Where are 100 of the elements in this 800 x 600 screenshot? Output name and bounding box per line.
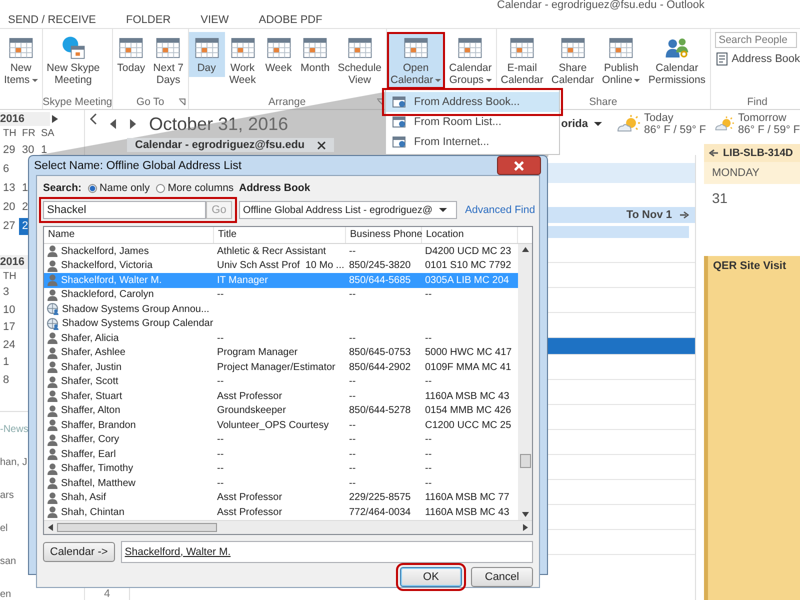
table-row[interactable]: Shaffer, Cory -- -- -- (44, 432, 518, 447)
menu-item[interactable]: From Address Book... (386, 92, 559, 112)
forecast-day: Tomorrow (738, 112, 800, 124)
scrollbar-thumb[interactable] (57, 522, 217, 532)
location-dropdown[interactable]: orida (561, 118, 602, 130)
table-row[interactable]: Shaffer, Timothy -- -- -- (44, 462, 518, 476)
table-row[interactable]: Shah, Chintan Asst Professor 772/464-0034 1160A MSB MC 43 (44, 505, 518, 520)
calendar-day[interactable]: 24 (0, 336, 19, 354)
radio-option[interactable]: Name only (88, 182, 150, 194)
ribbon-tab[interactable]: SEND / RECEIVE (8, 14, 96, 26)
table-row[interactable]: Shackelford, James Athletic & Recr Assistant -- D4200 UCD MC 23 (44, 244, 518, 258)
table-cell: 850/645-0753 (349, 347, 411, 358)
vertical-scrollbar[interactable] (518, 244, 532, 520)
calendar-icon (301, 35, 330, 61)
recipient-name[interactable]: Shackelford, Walter M. (124, 546, 231, 558)
ribbon-button[interactable]: Schedule View (334, 32, 386, 89)
calendar-name: LIB-SLB-314D (723, 147, 794, 159)
ribbon-button[interactable]: Today (113, 32, 150, 77)
ribbon-button[interactable]: New Items (0, 32, 42, 89)
search-field[interactable]: Shackel (43, 201, 206, 219)
table-row[interactable]: Shaffer, Earl -- -- -- (44, 447, 518, 462)
table-cell: -- (425, 478, 432, 489)
dialog-title: Select Name: Offline Global Address List (34, 160, 242, 172)
ribbon-button[interactable]: E-mail Calendar (496, 32, 548, 89)
ribbon-button[interactable]: Share Calendar (547, 32, 598, 89)
ribbon-button[interactable]: Week (260, 32, 297, 77)
calendar-icon (392, 135, 406, 149)
horizontal-scrollbar[interactable] (44, 520, 532, 534)
ribbon-button[interactable]: New Skype Meeting (42, 32, 104, 89)
calendar-icon (346, 35, 374, 61)
calendar-day[interactable]: 30 (19, 142, 38, 159)
calendar-day[interactable]: 10 (0, 302, 19, 319)
close-button[interactable] (497, 156, 541, 175)
ribbon-button[interactable]: Calendar Permissions (644, 32, 710, 89)
search-field[interactable]: Search People (714, 32, 797, 48)
table-row[interactable]: Shaffer, Brandon Volunteer_OPS Courtesy -- C1200 UCC MC 25 (44, 418, 518, 432)
address-book-dropdown[interactable]: Offline Global Address List - egrodriguez@ (239, 201, 457, 219)
table-row[interactable]: Shafer, Scott -- -- -- (44, 374, 518, 389)
table-row[interactable]: Shadow Systems Group Calendar (44, 316, 518, 331)
table-row[interactable]: Shadow Systems Group Annou... (44, 302, 518, 316)
ribbon-button[interactable]: Open Calendar (386, 32, 446, 89)
scrollbar-thumb[interactable] (520, 454, 530, 468)
column-header[interactable]: Business Phone (346, 227, 422, 243)
calendar-day[interactable]: 27 (0, 218, 19, 235)
calendar-button[interactable]: Calendar -> (43, 542, 115, 562)
person-icon (47, 390, 58, 402)
caret-icon (594, 122, 602, 126)
ribbon-button[interactable]: Next 7 Days (149, 32, 188, 89)
ribbon-tab[interactable]: FOLDER (126, 14, 171, 26)
column-header[interactable]: Location (422, 227, 518, 243)
ribbon-button[interactable]: Calendar Groups (445, 32, 496, 89)
dialog-button[interactable]: Cancel (471, 566, 533, 586)
ribbon-tab[interactable]: VIEW (200, 14, 229, 26)
ribbon-button[interactable]: Address Book (714, 52, 800, 66)
calendar-day[interactable]: 17 (0, 319, 19, 336)
calendar-day[interactable]: 29 (0, 142, 19, 159)
ribbon-button[interactable]: Work Week (224, 32, 261, 89)
table-row[interactable]: Shackelford, Victoria Univ Sch Asst Prof 10 Mo ... 850/245-3820 0101 S10 MC 7792 (44, 258, 518, 273)
table-cell: IT Manager (217, 274, 268, 286)
menu-item[interactable]: From Room List... (386, 112, 559, 132)
table-row[interactable]: Shafer, Stuart Asst Professor -- 1160A MSB MC 43 (44, 389, 518, 404)
ribbon-tab[interactable]: ADOBE PDF (258, 14, 322, 26)
table-row[interactable]: Shaftel, Matthew -- -- -- (44, 476, 518, 490)
right-arrow-icon (680, 211, 689, 219)
ribbon-button[interactable]: Publish Online (598, 32, 644, 89)
calendar-day[interactable]: 8 (0, 372, 19, 389)
table-row[interactable]: Shah, Asif Asst Professor 229/225-8575 1160A MSB MC 77 (44, 490, 518, 505)
ribbon-button[interactable]: Day (188, 32, 225, 77)
person-icon (47, 332, 58, 344)
event-block[interactable]: QER Site Visit (704, 256, 800, 600)
table-cell: Asst Professor (217, 390, 282, 402)
table-cell: 850/644-2902 (349, 362, 411, 373)
calendar-day[interactable]: 1 (0, 354, 19, 372)
advanced-find-link[interactable]: Advanced Find (465, 204, 536, 216)
ribbon-button[interactable]: Month (296, 32, 334, 77)
window-title: Calendar - egrodriguez@fsu.edu - Outlook (497, 0, 704, 11)
radio-option[interactable]: More columns (156, 182, 234, 194)
table-cell: -- (217, 289, 224, 300)
table-row[interactable]: Shafer, Alicia -- -- -- (44, 331, 518, 346)
table-cell: Univ Sch Asst Prof 10 Mo ... (217, 260, 344, 272)
table-cell: Groundskeeper (217, 405, 286, 416)
table-row[interactable]: Shaffer, Alton Groundskeeper 850/644-5278 0154 MMB MC 426 (44, 404, 518, 418)
time-label: 4 (104, 588, 110, 600)
calendar-day[interactable]: 6 (0, 161, 19, 178)
column-header[interactable]: Name (44, 227, 214, 243)
table-row[interactable]: Shackleford, Carolyn -- -- -- (44, 288, 518, 302)
table-row[interactable]: Shafer, Justin Project Manager/Estimator 850/644-2902 0109F MMA MC 41 (44, 360, 518, 374)
recipient-field[interactable]: Shackelford, Walter M. (120, 540, 533, 562)
calendar-day[interactable]: 20 (0, 199, 19, 216)
menu-item[interactable]: From Internet... (386, 132, 559, 152)
person-icon (47, 404, 58, 417)
calendar-day[interactable]: 3 (0, 284, 19, 302)
calendar-tab[interactable]: Calendar - egrodriguez@fsu.edu (127, 138, 334, 152)
table-cell: Shah, Asif (61, 492, 106, 504)
column-header[interactable]: Title (214, 227, 346, 243)
table-row[interactable]: Shafer, Ashlee Program Manager 850/645-0753 5000 HWC MC 417 (44, 346, 518, 360)
folder-item[interactable]: en (0, 589, 84, 600)
launcher-icon (376, 98, 384, 106)
calendar-day[interactable]: 13 (0, 180, 19, 197)
table-cell: Shackelford, James (61, 246, 149, 257)
